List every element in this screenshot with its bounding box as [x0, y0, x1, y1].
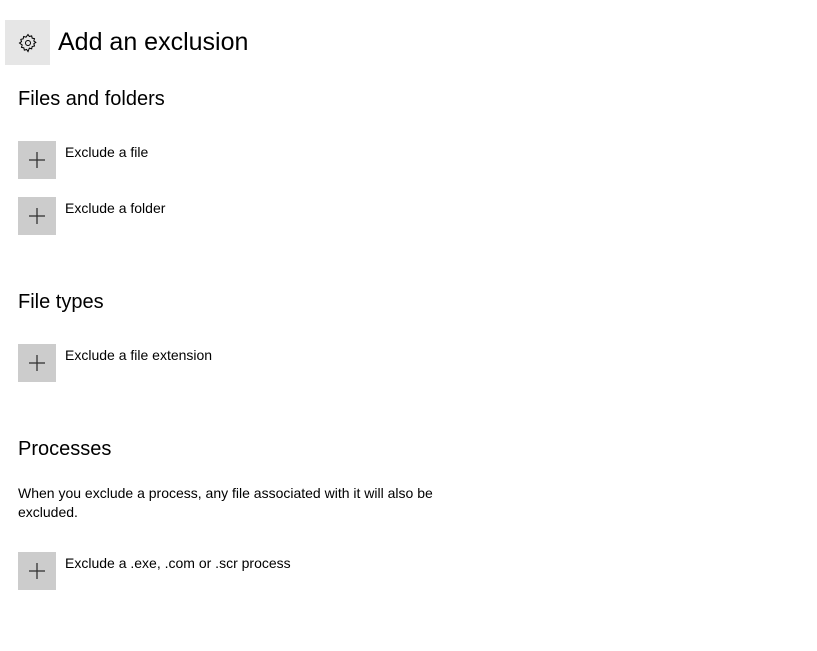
section-title-file-types: File types [18, 291, 104, 313]
page-header: Add an exclusion [5, 20, 248, 65]
section-title-processes: Processes [18, 438, 112, 460]
plus-tile[interactable] [18, 197, 56, 235]
page-title: Add an exclusion [58, 28, 249, 56]
plus-tile[interactable] [18, 552, 56, 590]
plus-icon [29, 563, 45, 579]
exclude-process-button[interactable]: Exclude a .exe, .com or .scr process [18, 552, 291, 590]
exclude-process-label[interactable]: Exclude a .exe, .com or .scr process [65, 555, 291, 571]
gear-icon [18, 33, 37, 53]
exclude-file-extension-button[interactable]: Exclude a file extension [18, 344, 212, 382]
exclude-file-label[interactable]: Exclude a file [65, 144, 148, 160]
plus-icon [29, 152, 45, 168]
exclude-folder-button[interactable]: Exclude a folder [18, 197, 165, 235]
section-title-files-and-folders: Files and folders [18, 88, 165, 110]
plus-tile[interactable] [18, 141, 56, 179]
plus-icon [29, 355, 45, 371]
exclude-file-button[interactable]: Exclude a file [18, 141, 148, 179]
plus-tile[interactable] [18, 344, 56, 382]
exclude-folder-label[interactable]: Exclude a folder [65, 200, 165, 216]
plus-icon [29, 208, 45, 224]
exclude-file-extension-label[interactable]: Exclude a file extension [65, 347, 212, 363]
processes-description: When you exclude a process, any file ass… [18, 485, 433, 520]
settings-tile [5, 20, 50, 65]
